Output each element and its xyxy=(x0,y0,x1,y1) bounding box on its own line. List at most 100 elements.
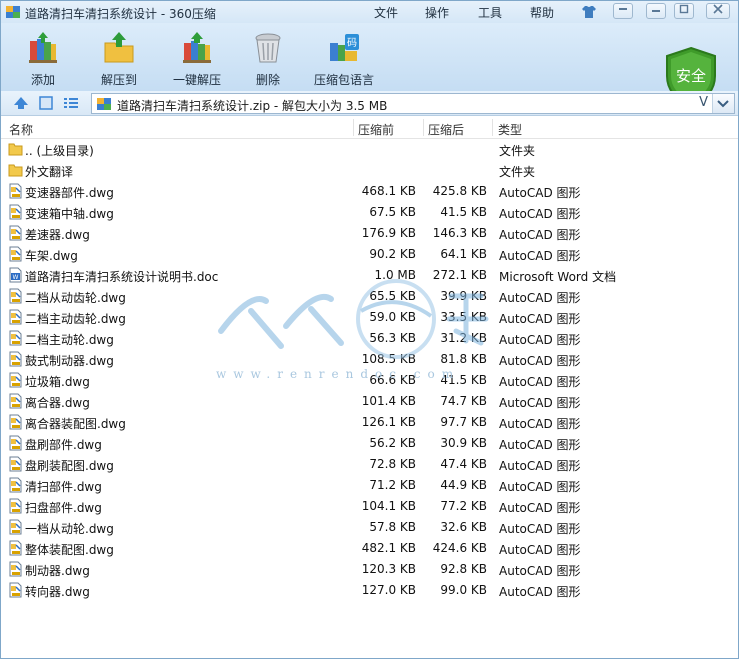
file-row[interactable]: 二档主动轮.dwg 56.3 KB 31.2 KB AutoCAD 图形 xyxy=(1,328,738,349)
file-type: AutoCAD 图形 xyxy=(499,585,581,599)
dwg-file-icon xyxy=(9,582,22,598)
file-row[interactable]: 扫盘部件.dwg 104.1 KB 77.2 KB AutoCAD 图形 xyxy=(1,496,738,517)
path-history-button[interactable] xyxy=(712,94,734,113)
file-row[interactable]: 差速器.dwg 176.9 KB 146.3 KB AutoCAD 图形 xyxy=(1,223,738,244)
file-type: 文件夹 xyxy=(499,165,536,179)
file-row[interactable]: 盘刷装配图.dwg 72.8 KB 47.4 KB AutoCAD 图形 xyxy=(1,454,738,475)
file-row[interactable]: 清扫部件.dwg 71.2 KB 44.9 KB AutoCAD 图形 xyxy=(1,475,738,496)
file-row[interactable]: 变速箱中轴.dwg 67.5 KB 41.5 KB AutoCAD 图形 xyxy=(1,202,738,223)
file-size: 104.1 KB xyxy=(361,499,416,513)
file-size: 1.0 MB xyxy=(374,268,416,282)
app-window: 道路清扫车清扫系统设计 - 360压缩 文件 操作 工具 帮助 添加 解压到 一… xyxy=(0,0,739,659)
delete-button[interactable]: 删除 xyxy=(244,27,292,87)
file-compressed-size: 74.7 KB xyxy=(440,394,487,408)
header-name[interactable]: 名称 xyxy=(9,121,33,138)
file-compressed-size: 39.9 KB xyxy=(440,289,487,303)
file-row[interactable]: 外文翻译 文件夹 xyxy=(1,160,738,181)
dwg-file-icon xyxy=(9,540,22,556)
file-size: 120.3 KB xyxy=(361,562,416,576)
add-button[interactable]: 添加 xyxy=(15,27,71,87)
file-name: 车架.dwg xyxy=(25,249,78,263)
menu-operate[interactable]: 操作 xyxy=(425,4,449,21)
maximize-button[interactable] xyxy=(674,3,694,19)
delete-label: 删除 xyxy=(255,73,280,87)
dwg-file-icon xyxy=(9,330,22,346)
file-row[interactable]: 整体装配图.dwg 482.1 KB 424.6 KB AutoCAD 图形 xyxy=(1,538,738,559)
file-name: 清扫部件.dwg xyxy=(25,480,102,494)
file-compressed-size: 425.8 KB xyxy=(432,184,487,198)
file-compressed-size: 41.5 KB xyxy=(440,205,487,219)
file-compressed-size: 424.6 KB xyxy=(432,541,487,555)
menu-file[interactable]: 文件 xyxy=(374,4,398,21)
file-type: AutoCAD 图形 xyxy=(499,438,581,452)
header-compressed[interactable]: 压缩后 xyxy=(428,121,464,138)
file-compressed-size: 81.8 KB xyxy=(440,352,487,366)
file-row[interactable]: 转向器.dwg 127.0 KB 99.0 KB AutoCAD 图形 xyxy=(1,580,738,601)
file-compressed-size: 32.6 KB xyxy=(440,520,487,534)
thumbnail-view-icon[interactable] xyxy=(38,96,54,110)
file-name: 道路清扫车清扫系统设计说明书.doc xyxy=(25,270,219,284)
minimize-button[interactable] xyxy=(646,3,666,19)
dwg-file-icon xyxy=(9,351,22,367)
mini-mode-button[interactable] xyxy=(613,3,633,19)
path-dropdown-icon[interactable]: V xyxy=(699,95,708,110)
header-size[interactable]: 压缩前 xyxy=(358,121,394,138)
file-row[interactable]: .. (上级目录) 文件夹 xyxy=(1,139,738,160)
file-row[interactable]: 离合器.dwg 101.4 KB 74.7 KB AutoCAD 图形 xyxy=(1,391,738,412)
file-row[interactable]: 制动器.dwg 120.3 KB 92.8 KB AutoCAD 图形 xyxy=(1,559,738,580)
add-books-icon xyxy=(29,32,57,63)
one-click-extract-button[interactable]: 一键解压 xyxy=(167,27,227,87)
dwg-file-icon xyxy=(9,519,22,535)
folder-icon xyxy=(8,164,23,177)
file-type: AutoCAD 图形 xyxy=(499,396,581,410)
file-type: AutoCAD 图形 xyxy=(499,564,581,578)
file-name: 制动器.dwg xyxy=(25,564,90,578)
file-name: 变速箱中轴.dwg xyxy=(25,207,114,221)
dwg-file-icon xyxy=(9,561,22,577)
file-row[interactable]: 一档从动轮.dwg 57.8 KB 32.6 KB AutoCAD 图形 xyxy=(1,517,738,538)
file-size: 56.2 KB xyxy=(369,436,416,450)
header-divider[interactable] xyxy=(353,119,354,136)
file-row[interactable]: 二档主动齿轮.dwg 59.0 KB 33.5 KB AutoCAD 图形 xyxy=(1,307,738,328)
trash-can-icon xyxy=(255,33,281,63)
dwg-file-icon xyxy=(9,435,22,451)
menu-tools[interactable]: 工具 xyxy=(478,4,502,21)
file-row[interactable]: 盘刷部件.dwg 56.2 KB 30.9 KB AutoCAD 图形 xyxy=(1,433,738,454)
file-row[interactable]: 离合器装配图.dwg 126.1 KB 97.7 KB AutoCAD 图形 xyxy=(1,412,738,433)
header-divider[interactable] xyxy=(492,119,493,136)
file-compressed-size: 64.1 KB xyxy=(440,247,487,261)
file-type: AutoCAD 图形 xyxy=(499,480,581,494)
file-row[interactable]: 变速器部件.dwg 468.1 KB 425.8 KB AutoCAD 图形 xyxy=(1,181,738,202)
up-arrow-icon[interactable] xyxy=(13,96,29,110)
file-compressed-size: 33.5 KB xyxy=(440,310,487,324)
close-button[interactable] xyxy=(706,3,730,19)
file-size: 59.0 KB xyxy=(369,310,416,324)
file-type: AutoCAD 图形 xyxy=(499,501,581,515)
header-type[interactable]: 类型 xyxy=(498,121,522,138)
list-view-icon[interactable] xyxy=(63,96,79,110)
file-name: .. (上级目录) xyxy=(25,144,94,158)
shirt-icon[interactable] xyxy=(581,5,597,19)
file-row[interactable]: W 道路清扫车清扫系统设计说明书.doc 1.0 MB 272.1 KB Microso… xyxy=(1,265,738,286)
chevron-down-icon xyxy=(717,100,729,108)
file-type: AutoCAD 图形 xyxy=(499,543,581,557)
file-name: 鼓式制动器.dwg xyxy=(25,354,114,368)
menu-help[interactable]: 帮助 xyxy=(530,4,554,21)
header-divider[interactable] xyxy=(423,119,424,136)
path-input[interactable]: 道路清扫车清扫系统设计.zip - 解包大小为 3.5 MB V xyxy=(91,93,735,114)
file-size: 482.1 KB xyxy=(361,541,416,555)
archive-language-button[interactable]: 码 压缩包语言 xyxy=(311,27,377,87)
file-row[interactable]: 车架.dwg 90.2 KB 64.1 KB AutoCAD 图形 xyxy=(1,244,738,265)
file-row[interactable]: 二档从动齿轮.dwg 65.5 KB 39.9 KB AutoCAD 图形 xyxy=(1,286,738,307)
close-icon xyxy=(713,4,723,14)
dwg-file-icon xyxy=(9,393,22,409)
dwg-file-icon xyxy=(9,372,22,388)
file-type: AutoCAD 图形 xyxy=(499,333,581,347)
code-language-icon: 码 xyxy=(330,34,359,61)
file-size: 67.5 KB xyxy=(369,205,416,219)
file-size: 176.9 KB xyxy=(361,226,416,240)
extract-to-button[interactable]: 解压到 xyxy=(91,27,147,87)
file-type: AutoCAD 图形 xyxy=(499,291,581,305)
file-name: 离合器.dwg xyxy=(25,396,90,410)
toolbar: 添加 解压到 一键解压 删除 码 压缩包语言 安全 xyxy=(1,23,738,108)
